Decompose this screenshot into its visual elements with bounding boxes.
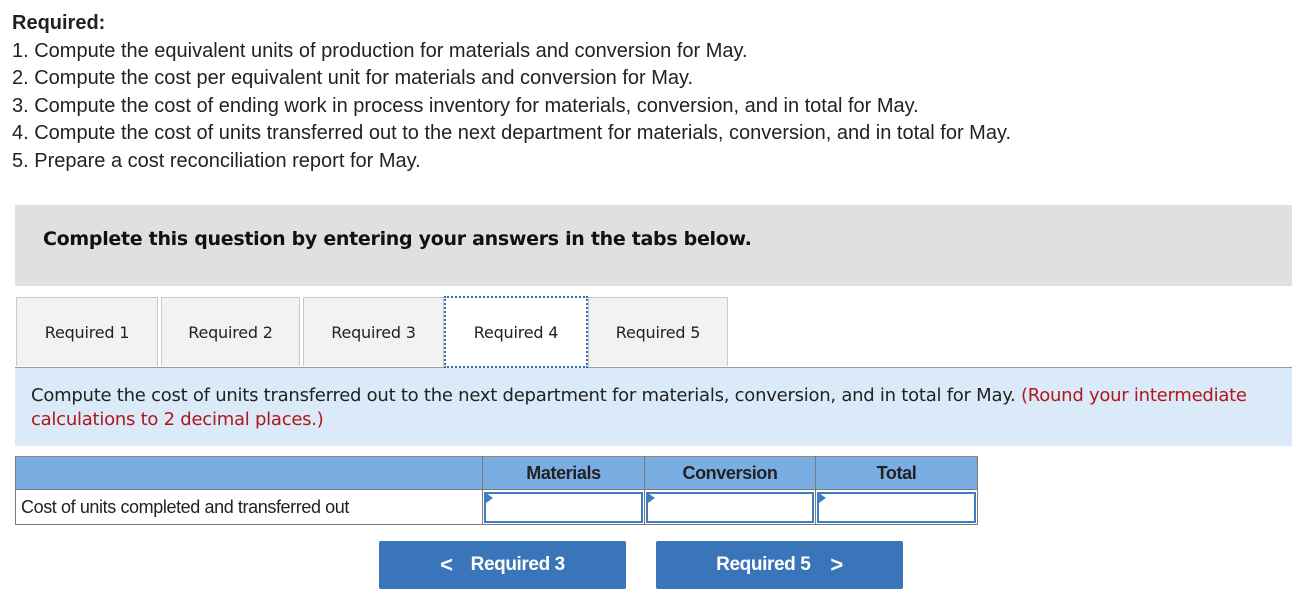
tab-bar: Required 1 Required 2 Required 3 Require… bbox=[15, 296, 1292, 368]
table-header-row: Materials Conversion Total bbox=[15, 456, 978, 490]
required-section: Required: 1. Compute the equivalent unit… bbox=[12, 10, 1292, 175]
total-cell bbox=[815, 489, 978, 525]
materials-input[interactable] bbox=[484, 491, 643, 523]
tab-required-4[interactable]: Required 4 bbox=[444, 296, 588, 368]
required-item: 2. Compute the cost per equivalent unit … bbox=[12, 67, 694, 89]
required-item: 3. Compute the cost of ending work in pr… bbox=[12, 94, 919, 117]
required-title: Required: bbox=[12, 12, 106, 34]
materials-cell bbox=[482, 489, 645, 525]
prev-button-label: Required 3 bbox=[470, 554, 566, 575]
tab-required-1[interactable]: Required 1 bbox=[16, 297, 158, 366]
required-item: 4. Compute the cost of units transferred… bbox=[12, 122, 1012, 144]
instructions-main: Compute the cost of units transferred ou… bbox=[31, 385, 1016, 406]
header-materials: Materials bbox=[482, 456, 645, 490]
required-item: 5. Prepare a cost reconciliation report … bbox=[12, 149, 421, 172]
tab-required-3[interactable]: Required 3 bbox=[303, 297, 444, 366]
tab-required-2[interactable]: Required 2 bbox=[161, 297, 300, 366]
row-label: Cost of units completed and transferred … bbox=[15, 489, 483, 525]
required-item: 1. Compute the equivalent units of produ… bbox=[12, 39, 748, 62]
total-input[interactable] bbox=[817, 491, 976, 523]
input-flag-icon bbox=[486, 493, 493, 503]
instructions-banner: Complete this question by entering your … bbox=[15, 205, 1292, 286]
next-required-5-button[interactable]: Required 5 > bbox=[656, 541, 903, 589]
conversion-cell bbox=[644, 489, 816, 525]
tab-required-5[interactable]: Required 5 bbox=[588, 297, 728, 366]
header-blank bbox=[15, 456, 483, 490]
chevron-right-icon: > bbox=[830, 552, 843, 577]
conversion-input[interactable] bbox=[646, 491, 814, 523]
input-flag-icon bbox=[648, 493, 655, 503]
required-list: 1. Compute the equivalent units of produ… bbox=[12, 38, 1292, 176]
chevron-left-icon: < bbox=[440, 552, 453, 577]
question-instructions: Compute the cost of units transferred ou… bbox=[15, 368, 1292, 446]
next-button-label: Required 5 bbox=[716, 554, 811, 575]
answer-table: Materials Conversion Total Cost of units… bbox=[15, 456, 978, 525]
banner-text: Complete this question by entering your … bbox=[43, 228, 752, 250]
prev-required-3-button[interactable]: < Required 3 bbox=[379, 541, 626, 589]
instructions-text: Compute the cost of units transferred ou… bbox=[31, 384, 1281, 432]
header-total: Total bbox=[815, 456, 978, 490]
header-conversion: Conversion bbox=[644, 456, 816, 490]
table-row: Cost of units completed and transferred … bbox=[15, 489, 978, 525]
input-flag-icon bbox=[819, 493, 826, 503]
